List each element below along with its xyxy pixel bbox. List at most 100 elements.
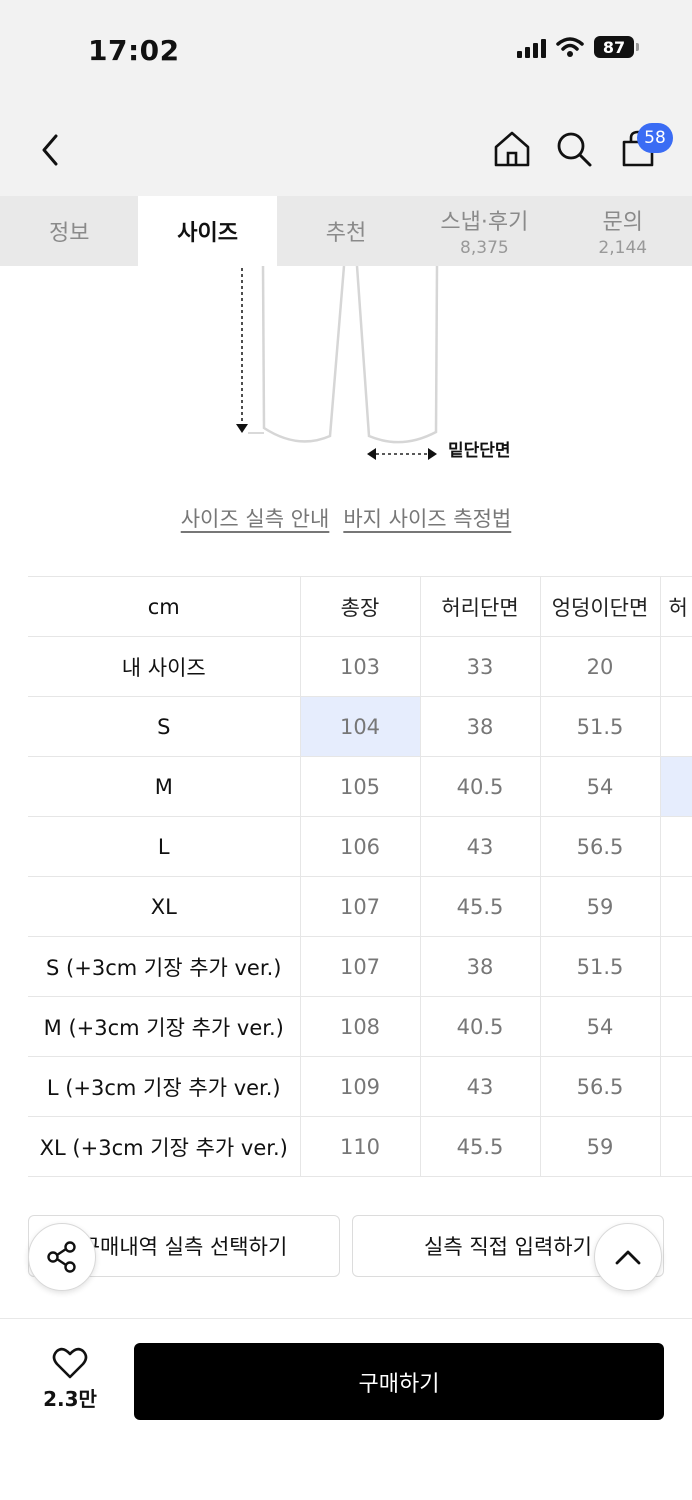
value-cell: 107 <box>300 876 421 937</box>
value-cell: 38 <box>420 696 541 757</box>
battery-icon: 87 <box>594 36 639 58</box>
size-cell: L <box>28 816 301 877</box>
size-cell: S (+3cm 기장 추가 ver.) <box>28 936 301 997</box>
tab-count: 2,144 <box>598 238 648 258</box>
tab-label: 추천 <box>325 221 367 246</box>
search-button[interactable] <box>553 128 595 170</box>
status-icons: 87 <box>517 36 639 58</box>
value-cell: 108 <box>300 996 421 1057</box>
home-button[interactable] <box>491 128 533 170</box>
like-button[interactable]: 2.3만 <box>30 1347 110 1412</box>
size-cell: M <box>28 756 301 817</box>
value-cell: 43 <box>420 1056 541 1117</box>
value-cell: 40.5 <box>420 756 541 817</box>
value-cell: 103 <box>300 636 421 697</box>
tab-qna[interactable]: 문의 2,144 <box>554 196 692 266</box>
column-header: 허 <box>660 576 692 637</box>
value-cell: 56.5 <box>540 1056 661 1117</box>
size-cell: L (+3cm 기장 추가 ver.) <box>28 1056 301 1117</box>
value-cell <box>660 696 692 757</box>
value-cell: 43 <box>420 816 541 877</box>
value-cell <box>660 936 692 997</box>
tab-recommend[interactable]: 추천 <box>277 196 415 266</box>
wifi-icon <box>556 37 584 57</box>
value-cell <box>660 816 692 877</box>
top-nav <box>0 100 692 196</box>
value-cell: 107 <box>300 936 421 997</box>
size-cell: M (+3cm 기장 추가 ver.) <box>28 996 301 1057</box>
table-header-row: cm 총장 허리단면 엉덩이단면 허 <box>28 576 692 637</box>
tab-snap-review[interactable]: 스냅·후기 8,375 <box>415 196 553 266</box>
search-icon <box>557 132 592 167</box>
value-cell <box>660 1116 692 1177</box>
value-cell: 45.5 <box>420 1116 541 1177</box>
home-icon <box>494 131 530 167</box>
size-cell: S <box>28 696 301 757</box>
table-row[interactable]: 내 사이즈 103 33 20 <box>28 636 692 697</box>
table-row[interactable]: S (+3cm 기장 추가 ver.) 107 38 51.5 <box>28 936 692 997</box>
table-row[interactable]: L (+3cm 기장 추가 ver.) 109 43 56.5 <box>28 1056 692 1117</box>
value-cell <box>660 756 692 817</box>
share-button[interactable] <box>28 1223 96 1291</box>
tab-label: 문의 <box>602 210 643 235</box>
cellular-signal-icon <box>517 36 546 58</box>
tab-count: 8,375 <box>460 238 509 258</box>
size-table: cm 총장 허리단면 엉덩이단면 허 내 사이즈 103 33 20 S 104… <box>28 576 692 1177</box>
value-cell: 38 <box>420 936 541 997</box>
value-cell: 20 <box>540 636 661 697</box>
scroll-top-button[interactable] <box>594 1223 662 1291</box>
table-row[interactable]: XL 107 45.5 59 <box>28 876 692 937</box>
tab-label: 스냅·후기 <box>440 210 529 235</box>
value-cell <box>660 876 692 937</box>
bottom-purchase-bar: 2.3만 구매하기 <box>0 1318 692 1500</box>
buy-button[interactable]: 구매하기 <box>134 1343 664 1420</box>
value-cell <box>660 996 692 1057</box>
value-cell: 51.5 <box>540 936 661 997</box>
value-cell: 45.5 <box>420 876 541 937</box>
pants-illustration <box>236 265 439 460</box>
size-cell: XL (+3cm 기장 추가 ver.) <box>28 1116 301 1177</box>
value-cell: 51.5 <box>540 696 661 757</box>
value-cell <box>660 1056 692 1117</box>
column-header: cm <box>28 576 301 637</box>
column-header: 엉덩이단면 <box>540 576 661 637</box>
tab-bar: 정보 사이즈 추천 스냅·후기 8,375 문의 2,144 <box>0 196 692 266</box>
size-measure-guide-link[interactable]: 사이즈 실측 안내 <box>181 503 330 533</box>
column-header: 허리단면 <box>420 576 541 637</box>
cart-count-badge: 58 <box>637 123 673 153</box>
heart-icon <box>52 1347 88 1379</box>
value-cell: 106 <box>300 816 421 877</box>
value-cell: 33 <box>420 636 541 697</box>
status-bar: 17:02 87 <box>0 0 692 100</box>
size-cell: 내 사이즈 <box>28 636 301 697</box>
table-row[interactable]: XL (+3cm 기장 추가 ver.) 110 45.5 59 <box>28 1116 692 1177</box>
back-button[interactable] <box>30 130 70 170</box>
value-cell: 110 <box>300 1116 421 1177</box>
size-cell: XL <box>28 876 301 937</box>
tab-label: 정보 <box>48 221 90 246</box>
value-cell: 59 <box>540 876 661 937</box>
pants-measure-method-link[interactable]: 바지 사이즈 측정법 <box>343 503 511 533</box>
value-cell <box>660 636 692 697</box>
table-row[interactable]: L 106 43 56.5 <box>28 816 692 877</box>
share-icon <box>47 1241 76 1273</box>
status-time: 17:02 <box>88 34 180 67</box>
size-guide-links: 사이즈 실측 안내 바지 사이즈 측정법 <box>0 503 692 533</box>
table-row[interactable]: M 105 40.5 54 <box>28 756 692 817</box>
like-count: 2.3만 <box>43 1387 97 1411</box>
value-cell: 54 <box>540 756 661 817</box>
hem-width-label: 밑단단면 <box>448 441 511 461</box>
tab-label: 사이즈 <box>177 221 238 246</box>
value-cell: 59 <box>540 1116 661 1177</box>
value-cell: 105 <box>300 756 421 817</box>
value-cell: 56.5 <box>540 816 661 877</box>
tab-info[interactable]: 정보 <box>0 196 138 266</box>
column-header: 총장 <box>300 576 421 637</box>
value-cell: 109 <box>300 1056 421 1117</box>
pants-measurement-diagram: 밑단단면 <box>0 265 692 476</box>
table-row[interactable]: S 104 38 51.5 <box>28 696 692 757</box>
table-row[interactable]: M (+3cm 기장 추가 ver.) 108 40.5 54 <box>28 996 692 1057</box>
value-cell: 40.5 <box>420 996 541 1057</box>
value-cell: 54 <box>540 996 661 1057</box>
tab-size[interactable]: 사이즈 <box>138 196 277 266</box>
